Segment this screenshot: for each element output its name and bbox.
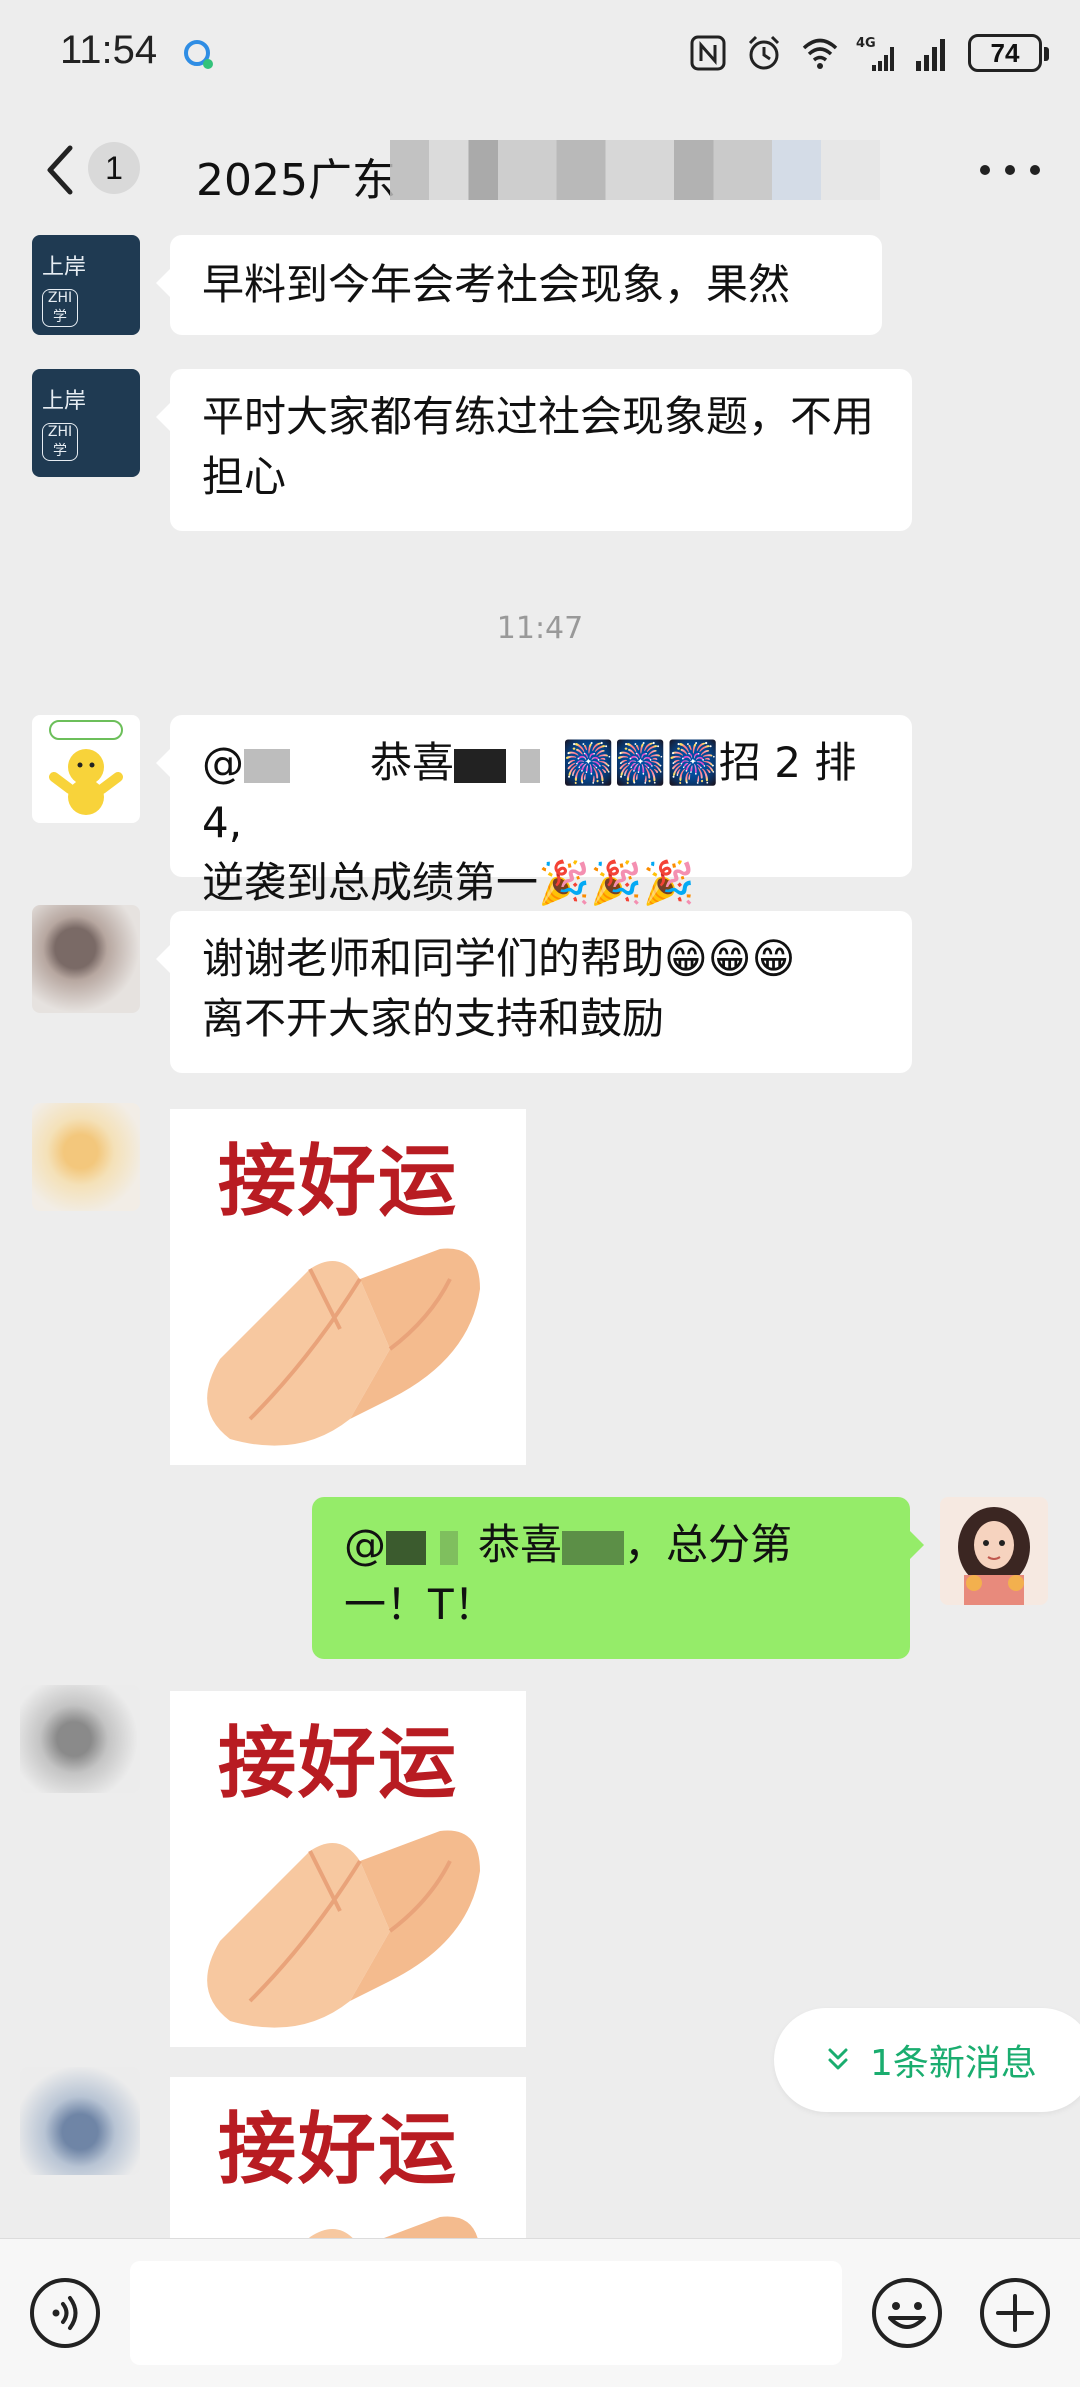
grinning-emoji: 😁😁😁 bbox=[664, 934, 796, 983]
redacted-name bbox=[520, 748, 541, 783]
wifi-icon bbox=[802, 38, 838, 69]
redacted-title-region bbox=[390, 140, 880, 200]
avatar[interactable] bbox=[20, 1685, 140, 1793]
my-message-bubble[interactable]: @ 恭喜 ，总分第 一！T！ bbox=[312, 1497, 924, 1659]
message-line: 一！T！ bbox=[344, 1580, 496, 1629]
new-messages-label: 1条新消息 bbox=[870, 2043, 1037, 2084]
my-avatar[interactable] bbox=[940, 1497, 1048, 1605]
party-popper-emoji: 🎉🎉🎉 bbox=[538, 858, 695, 907]
new-messages-button[interactable]: 1条新消息 bbox=[774, 2008, 1080, 2112]
message-text: 早料到今年会考社会现象，果然 bbox=[202, 260, 791, 309]
avatar[interactable] bbox=[20, 2067, 140, 2175]
sticker-image[interactable]: 接好运 bbox=[170, 2077, 526, 2238]
notification-app-icon bbox=[184, 40, 213, 69]
battery-indicator: 74 bbox=[968, 34, 1049, 72]
chat-header: 1 2025广东 bbox=[0, 110, 1080, 235]
cartoon-avatar-icon bbox=[49, 720, 123, 815]
mention-symbol: @ bbox=[202, 738, 244, 787]
message-line: @ 恭喜 🎆🎆🎆招 2 排 4, bbox=[202, 733, 880, 853]
avatar-tag: ZHI学 bbox=[42, 289, 78, 327]
fireworks-emoji: 🎆🎆🎆 bbox=[562, 738, 719, 787]
cupped-hands-icon bbox=[207, 1830, 480, 2028]
avatar-label: 上岸 bbox=[42, 255, 87, 280]
4g-signal-icon: 4G bbox=[856, 36, 894, 71]
signal-icon bbox=[916, 39, 945, 71]
message-timestamp: 11:47 bbox=[496, 611, 584, 646]
redacted-name bbox=[440, 1530, 458, 1565]
input-bar bbox=[0, 2238, 1080, 2387]
redacted-name bbox=[244, 748, 290, 783]
avatar[interactable] bbox=[32, 715, 140, 823]
message-text: 谢谢老师和同学们的帮助 bbox=[202, 934, 665, 983]
more-options-icon[interactable] bbox=[980, 160, 1040, 180]
message-line: 逆袭到总成绩第一🎉🎉🎉 bbox=[202, 853, 880, 913]
message-bubble[interactable]: 早料到今年会考社会现象，果然 bbox=[156, 235, 882, 335]
message-line: @ 恭喜 ，总分第 bbox=[344, 1515, 878, 1575]
message-line: 离不开大家的支持和鼓励 bbox=[202, 994, 665, 1043]
message-bubble[interactable]: @ 恭喜 🎆🎆🎆招 2 排 4, 逆袭到总成绩第一🎉🎉🎉 bbox=[156, 715, 912, 907]
avatar[interactable] bbox=[32, 1103, 140, 1211]
unread-count-badge[interactable]: 1 bbox=[88, 142, 140, 194]
chat-title: 2025广东 bbox=[196, 155, 396, 206]
nfc-icon bbox=[690, 35, 726, 71]
mention-symbol: @ bbox=[344, 1520, 386, 1569]
redacted-name bbox=[386, 1530, 426, 1565]
message-text: ，总分第 bbox=[624, 1520, 793, 1569]
congrats-text: 恭喜 bbox=[478, 1520, 563, 1569]
girl-avatar-icon bbox=[958, 1507, 1030, 1605]
message-bubble[interactable]: 平时大家都有练过社会现象题，不用担心 bbox=[156, 369, 912, 531]
status-bar: 11:54 4G 74 bbox=[0, 0, 1080, 110]
message-line: 谢谢老师和同学们的帮助😁😁😁 bbox=[202, 929, 880, 989]
sticker-image[interactable]: 接好运 bbox=[170, 1109, 526, 1465]
redacted-name bbox=[454, 748, 507, 783]
double-chevron-down-icon bbox=[828, 2048, 848, 2070]
cupped-hands-icon bbox=[309, 2216, 478, 2238]
alarm-icon bbox=[748, 35, 780, 70]
status-time: 11:54 bbox=[60, 28, 158, 72]
avatar-label: 上岸 bbox=[42, 389, 87, 414]
avatar[interactable]: 上岸 ZHI学 bbox=[32, 369, 140, 477]
message-text: 平时大家都有练过社会现象题，不用担心 bbox=[202, 392, 875, 501]
congrats-text: 恭喜 bbox=[370, 738, 455, 787]
message-text: 逆袭到总成绩第一 bbox=[202, 858, 539, 907]
redacted-name bbox=[562, 1530, 625, 1565]
message-bubble[interactable]: 谢谢老师和同学们的帮助😁😁😁 离不开大家的支持和鼓励 bbox=[156, 911, 912, 1073]
cupped-hands-icon bbox=[207, 1248, 480, 1446]
avatar[interactable]: 上岸 ZHI学 bbox=[32, 235, 140, 335]
status-icons: 4G 74 bbox=[688, 28, 1049, 78]
voice-input-icon[interactable] bbox=[28, 2276, 102, 2350]
emoji-icon[interactable] bbox=[870, 2276, 944, 2350]
svg-text:4G: 4G bbox=[856, 36, 876, 51]
sticker-image[interactable]: 接好运 bbox=[170, 1691, 526, 2047]
avatar-tag: ZHI学 bbox=[42, 423, 78, 461]
plus-icon[interactable] bbox=[978, 2276, 1052, 2350]
message-input[interactable] bbox=[130, 2261, 842, 2365]
chat-message-list[interactable]: 上岸 ZHI学 早料到今年会考社会现象，果然 上岸 ZHI学 平时大家都有练过社… bbox=[0, 235, 1080, 2238]
avatar[interactable] bbox=[32, 905, 140, 1013]
back-arrow-icon[interactable] bbox=[40, 140, 80, 200]
